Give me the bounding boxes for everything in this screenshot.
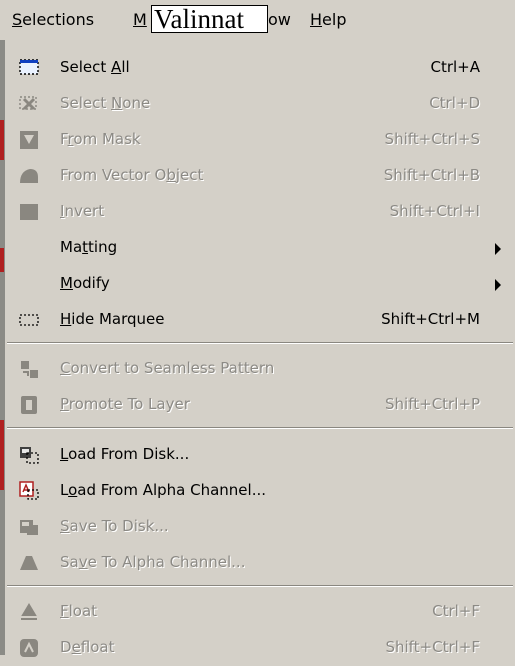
- menu-bar: Selections M Valinnat ow Help: [0, 0, 515, 40]
- menu-item-label: Modify: [60, 274, 110, 292]
- menu-item-matting[interactable]: Matting: [5, 230, 515, 266]
- defloat-icon: [18, 637, 40, 659]
- label-accel: P: [60, 395, 69, 413]
- menu-item-label: Load From Alpha Channel...: [60, 481, 266, 499]
- menu-item-label: Defloat: [60, 638, 115, 656]
- vector-object-icon: [18, 165, 40, 187]
- menu-help-label: elp: [322, 10, 347, 29]
- load-from-alpha-icon: [18, 480, 40, 502]
- menu-item-label: Convert to Seamless Pattern: [60, 359, 275, 377]
- menu-item-promote-to-layer: Promote To Layer Shift+Ctrl+P: [5, 387, 515, 423]
- menu-help-accel: H: [310, 10, 323, 29]
- menu-item-shortcut: Ctrl+F: [432, 602, 480, 620]
- menu-item-label: Invert: [60, 202, 105, 220]
- menu-item-shortcut: Shift+Ctrl+B: [383, 166, 480, 184]
- menu-item-float: Float Ctrl+F: [5, 594, 515, 630]
- menu-item-label: Float: [60, 602, 98, 620]
- menu-item-from-mask: From Mask Shift+Ctrl+S: [5, 122, 515, 158]
- label-accel: b: [166, 166, 176, 184]
- select-none-icon: [18, 93, 40, 115]
- label-accel: v: [78, 553, 88, 571]
- menu-window-fragment[interactable]: ow: [268, 10, 291, 29]
- select-all-icon: [18, 57, 40, 79]
- menu-item-shortcut: Shift+Ctrl+S: [384, 130, 480, 148]
- label-accel: M: [60, 274, 73, 292]
- menu-separator: [7, 585, 513, 587]
- submenu-arrow-icon: [495, 279, 501, 291]
- save-to-disk-icon: [18, 516, 40, 538]
- selections-dropdown-menu: Select All Ctrl+A Select None Ctrl+D Fro…: [5, 40, 515, 657]
- translation-overlay-box: Valinnat: [151, 5, 268, 33]
- menu-m-label: M: [133, 10, 147, 29]
- menu-item-label: Promote To Layer: [60, 395, 190, 413]
- label-accel: r: [67, 130, 74, 148]
- menu-item-label: Select None: [60, 94, 151, 112]
- save-to-alpha-icon: [18, 552, 40, 574]
- menu-item-shortcut: Ctrl+A: [430, 58, 480, 76]
- label-accel: N: [111, 94, 123, 112]
- menu-item-select-all[interactable]: Select All Ctrl+A: [5, 50, 515, 86]
- submenu-arrow-icon: [495, 243, 501, 255]
- menu-separator: [7, 342, 513, 344]
- menu-item-save-to-alpha-channel: Save To Alpha Channel...: [5, 545, 515, 581]
- label-accel: L: [60, 445, 69, 463]
- menu-item-label: Save To Disk...: [60, 517, 169, 535]
- menu-selections-label: elections: [22, 10, 95, 29]
- menu-separator: [7, 427, 513, 429]
- label-accel: C: [60, 359, 71, 377]
- marquee-icon: [18, 309, 40, 331]
- background-red-strip: [0, 120, 4, 160]
- menu-item-load-from-disk[interactable]: Load From Disk...: [5, 437, 515, 473]
- label-accel: S: [60, 517, 70, 535]
- menu-item-hide-marquee[interactable]: Hide Marquee Shift+Ctrl+M: [5, 302, 515, 338]
- menu-selections-accel: S: [12, 10, 23, 29]
- overlay-text: Valinnat: [154, 5, 244, 33]
- menu-item-shortcut: Shift+Ctrl+P: [385, 395, 480, 413]
- menu-selections[interactable]: Selections: [12, 10, 94, 29]
- menu-item-label: Hide Marquee: [60, 310, 165, 328]
- menu-item-save-to-disk: Save To Disk...: [5, 509, 515, 545]
- seamless-pattern-icon: [18, 358, 40, 380]
- menu-item-shortcut: Shift+Ctrl+F: [385, 638, 480, 656]
- menu-help[interactable]: Help: [310, 10, 346, 29]
- menu-item-shortcut: Shift+Ctrl+I: [389, 202, 480, 220]
- menu-item-label: Matting: [60, 238, 118, 256]
- background-red-strip: [0, 248, 4, 272]
- menu-item-defloat: Defloat Shift+Ctrl+F: [5, 630, 515, 666]
- menu-item-label: From Vector Object: [60, 166, 204, 184]
- menu-item-from-vector-object: From Vector Object Shift+Ctrl+B: [5, 158, 515, 194]
- label-accel: o: [68, 481, 78, 499]
- label-accel: H: [60, 310, 72, 328]
- menu-item-convert-seamless-pattern: Convert to Seamless Pattern: [5, 351, 515, 387]
- menu-item-load-from-alpha-channel[interactable]: Load From Alpha Channel...: [5, 473, 515, 509]
- menu-item-shortcut: Ctrl+D: [429, 94, 480, 112]
- menu-item-shortcut: Shift+Ctrl+M: [381, 310, 480, 328]
- menu-item-modify[interactable]: Modify: [5, 266, 515, 302]
- menu-item-label: Load From Disk...: [60, 445, 190, 463]
- background-red-strip: [0, 420, 4, 490]
- menu-item-invert: Invert Shift+Ctrl+I: [5, 194, 515, 230]
- invert-icon: [18, 201, 40, 223]
- label-accel: e: [71, 638, 81, 656]
- menu-item-label: Save To Alpha Channel...: [60, 553, 246, 571]
- label-accel: A: [111, 58, 122, 76]
- mask-icon: [18, 129, 40, 151]
- label-accel: F: [60, 602, 69, 620]
- label-accel: t: [82, 238, 89, 256]
- menu-item-label: Select All: [60, 58, 130, 76]
- float-icon: [18, 601, 40, 623]
- menu-item-label: From Mask: [60, 130, 141, 148]
- label-accel: I: [60, 202, 65, 220]
- load-from-disk-icon: [18, 444, 40, 466]
- promote-layer-icon: [18, 394, 40, 416]
- menu-item-select-none: Select None Ctrl+D: [5, 86, 515, 122]
- menu-m[interactable]: M: [133, 10, 147, 29]
